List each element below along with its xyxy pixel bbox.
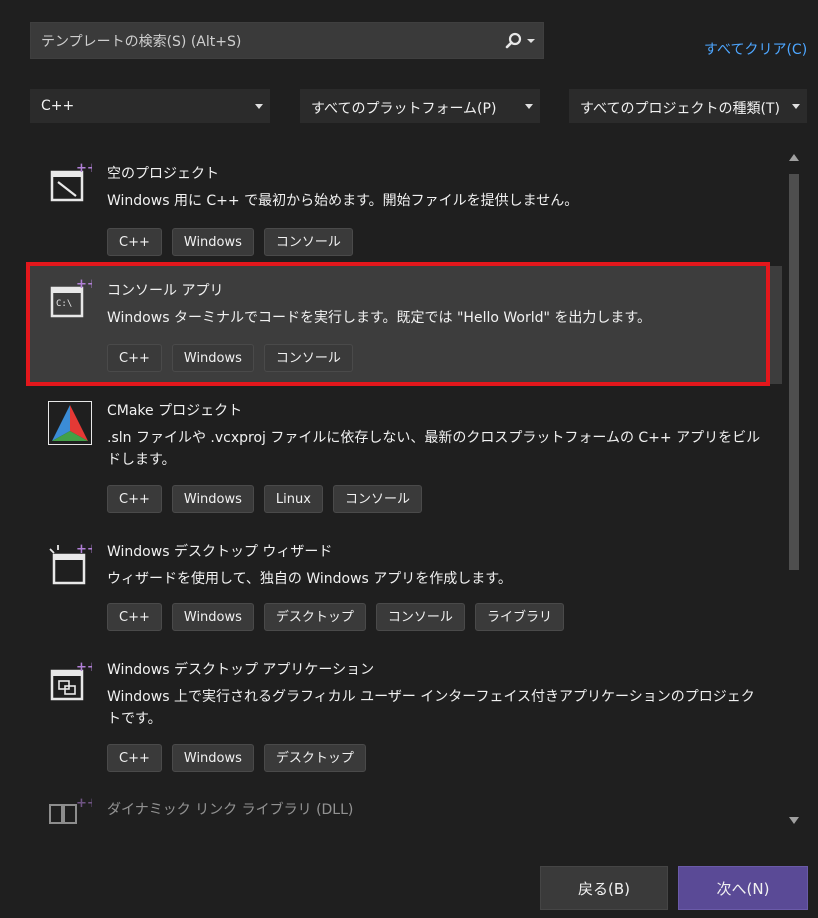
template-item-dll[interactable]: ++ ダイナミック リンク ライブラリ (DLL) [30, 789, 782, 830]
template-item-cmake-project[interactable]: CMake プロジェクト .sln ファイルや .vcxproj ファイルに依存… [30, 389, 782, 519]
project-type-filter-value: すべてのプロジェクトの種類(T) [580, 101, 780, 117]
clear-all-link[interactable]: すべてクリア(C) [704, 39, 807, 59]
search-icon [505, 32, 535, 49]
template-tags: C++ Windows デスクトップ [107, 744, 376, 772]
tag: デスクトップ [263, 744, 366, 772]
template-tags: C++ Windows Linux コンソール [107, 485, 432, 513]
scrollbar-thumb[interactable] [789, 174, 799, 570]
chevron-down-icon [792, 104, 800, 109]
scroll-up-arrow-icon[interactable] [789, 154, 799, 161]
platform-filter-dropdown[interactable]: すべてのプラットフォーム(P) [300, 89, 540, 123]
template-list: ++ 空のプロジェクト Windows 用に C++ で最初から始めます。開始フ… [30, 145, 782, 830]
language-filter-value: C++ [41, 98, 75, 114]
template-title: Windows デスクトップ アプリケーション [107, 662, 375, 678]
tag: Windows [171, 485, 254, 513]
template-title: CMake プロジェクト [107, 403, 243, 419]
tag: Windows [171, 228, 254, 256]
wizard-icon: ++ [49, 543, 92, 585]
template-title: Windows デスクトップ ウィザード [107, 544, 333, 560]
empty-project-icon: ++ [50, 162, 92, 202]
template-item-desktop-application[interactable]: ++ Windows デスクトップ アプリケーション Windows 上で実行さ… [30, 649, 782, 779]
svg-text:++: ++ [76, 661, 92, 675]
tag: C++ [107, 228, 162, 256]
svg-text:++: ++ [76, 162, 92, 176]
tag: C++ [107, 603, 162, 631]
scroll-down-arrow-icon[interactable] [789, 817, 799, 824]
tag: コンソール [375, 603, 465, 631]
chevron-down-icon [255, 104, 263, 109]
template-description: Windows 用に C++ で最初から始めます。開始ファイルを提供しません。 [107, 193, 579, 209]
tag: C++ [107, 744, 162, 772]
template-description: ウィザードを使用して、独自の Windows アプリを作成します。 [107, 571, 512, 587]
cmake-icon [48, 401, 92, 445]
tag: ライブラリ [474, 603, 564, 631]
platform-filter-value: すべてのプラットフォーム(P) [311, 101, 497, 117]
language-filter-dropdown[interactable]: C++ [30, 89, 270, 123]
template-search-input[interactable] [39, 23, 493, 60]
template-item-desktop-wizard[interactable]: ++ Windows デスクトップ ウィザード ウィザードを使用して、独自の W… [30, 531, 782, 637]
template-description: .sln ファイルや .vcxproj ファイルに依存しない、最新のクロスプラッ… [107, 430, 761, 468]
template-item-empty-project[interactable]: ++ 空のプロジェクト Windows 用に C++ で最初から始めます。開始フ… [30, 150, 782, 262]
tag: Windows [171, 744, 254, 772]
template-search-box[interactable] [30, 22, 544, 60]
selection-highlight-frame [26, 262, 770, 386]
desktop-application-icon: ++ [50, 661, 92, 701]
tag: Windows [171, 603, 254, 631]
dll-icon: ++ [49, 796, 92, 824]
next-button[interactable]: 次へ(N) [678, 866, 808, 910]
tag: Linux [263, 485, 323, 513]
back-button[interactable]: 戻る(B) [540, 866, 668, 910]
tag: デスクトップ [263, 603, 366, 631]
tag: C++ [107, 485, 162, 513]
template-list-scrollbar[interactable] [786, 148, 802, 830]
search-options-button[interactable] [503, 31, 537, 51]
template-description: Windows 上で実行されるグラフィカル ユーザー インターフェイス付きアプリ… [107, 689, 755, 727]
svg-text:++: ++ [76, 796, 92, 811]
svg-text:++: ++ [76, 543, 92, 557]
tag: コンソール [332, 485, 422, 513]
template-title: ダイナミック リンク ライブラリ (DLL) [107, 802, 354, 818]
chevron-down-icon [525, 104, 533, 109]
project-type-filter-dropdown[interactable]: すべてのプロジェクトの種類(T) [569, 89, 807, 123]
tag: コンソール [263, 228, 353, 256]
template-tags: C++ Windows コンソール [107, 228, 363, 256]
template-title: 空のプロジェクト [107, 166, 219, 182]
template-tags: C++ Windows デスクトップ コンソール ライブラリ [107, 603, 574, 631]
